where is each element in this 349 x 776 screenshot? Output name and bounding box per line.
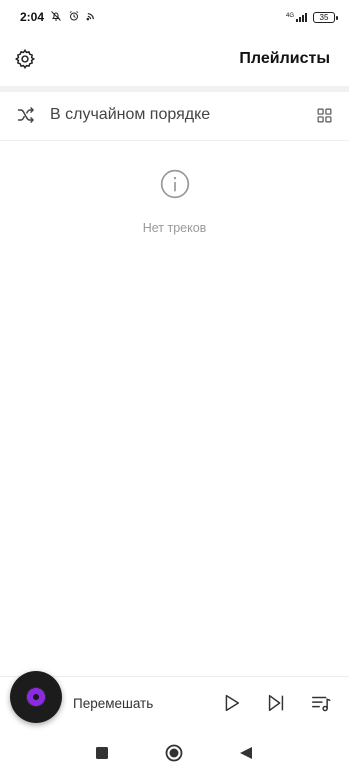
- page-title: Плейлисты: [239, 50, 330, 67]
- status-right: 4G 35: [285, 11, 338, 23]
- battery-level: 35: [319, 12, 329, 22]
- status-time: 2:04: [20, 10, 45, 24]
- battery-icon: 35: [313, 11, 338, 23]
- system-navbar: [0, 730, 349, 776]
- status-bar: 2:04 4G 35: [0, 0, 349, 34]
- network-label: 4G: [285, 12, 294, 19]
- header: Плейлисты: [0, 34, 349, 84]
- back-icon[interactable]: [236, 743, 256, 763]
- grid-view-icon[interactable]: [316, 107, 333, 124]
- album-disc[interactable]: [10, 671, 62, 723]
- mini-player: Перемешать: [0, 671, 349, 730]
- shuffle-icon: [16, 105, 36, 125]
- recents-icon[interactable]: [92, 743, 112, 763]
- mute-bell-icon: [50, 10, 62, 25]
- empty-message: Нет треков: [142, 221, 207, 235]
- signal-icon: 4G: [285, 12, 307, 22]
- status-left: 2:04: [20, 10, 97, 25]
- skip-next-icon[interactable]: [264, 691, 288, 715]
- home-icon[interactable]: [164, 743, 184, 763]
- gear-icon[interactable]: [13, 47, 37, 71]
- player-label: Перемешать: [73, 696, 154, 711]
- shuffle-row[interactable]: В случайном порядке: [0, 92, 349, 138]
- shuffle-label: В случайном порядке: [50, 106, 211, 123]
- shuffle-divider: [0, 140, 349, 141]
- queue-icon[interactable]: [309, 691, 333, 715]
- alarm-icon: [68, 10, 80, 25]
- cast-icon: [86, 10, 97, 24]
- info-icon: [159, 168, 191, 205]
- empty-state: Нет треков: [0, 168, 349, 235]
- play-icon[interactable]: [219, 691, 243, 715]
